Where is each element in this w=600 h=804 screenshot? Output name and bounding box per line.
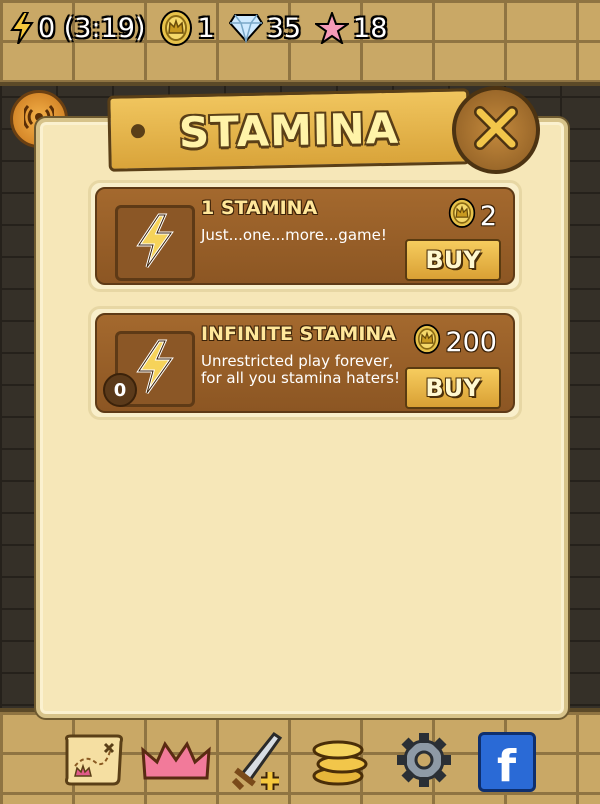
map-icon	[61, 732, 125, 792]
offer-name: INFINITE STAMINA	[201, 323, 397, 345]
crown-button[interactable]	[141, 729, 211, 795]
facebook-letter: f	[497, 741, 517, 792]
lightning-icon	[135, 213, 175, 273]
facebook-icon: f	[477, 732, 536, 792]
bottom-nav: f	[0, 724, 600, 800]
diamond-icon	[228, 13, 263, 43]
gems-value: 35	[266, 12, 302, 44]
crown-coin-icon	[448, 197, 476, 236]
offer-card: 1 STAMINA Just...one...more...game! 2 BU…	[95, 187, 515, 285]
lightning-icon	[10, 12, 34, 44]
title-plank: STAMINA	[107, 88, 471, 172]
offer-description: Just...one...more...game!	[201, 226, 387, 244]
offer-icon-box	[115, 205, 195, 281]
gear-icon	[395, 731, 453, 793]
settings-button[interactable]	[392, 729, 456, 795]
offer-price: 2	[448, 197, 497, 236]
lightning-icon	[135, 339, 175, 399]
crowns-counter: 1	[159, 9, 215, 47]
buy-button[interactable]: BUY	[405, 239, 501, 281]
sword-plus-icon	[228, 728, 290, 796]
map-button[interactable]	[61, 729, 125, 795]
stamina-counter: 0 (3:19)	[10, 12, 145, 44]
offer-price: 200	[413, 323, 497, 362]
status-bar: 0 (3:19) 1 35 18	[10, 8, 395, 48]
dialog-title: STAMINA	[178, 103, 400, 157]
crowns-value: 1	[197, 12, 215, 44]
close-button[interactable]	[452, 86, 540, 174]
stars-counter: 18	[315, 12, 387, 44]
offer-price-value: 200	[445, 327, 497, 358]
nail-icon	[130, 124, 146, 139]
stars-value: 18	[353, 12, 388, 44]
offer-card: 0 INFINITE STAMINA Unrestricted play for…	[95, 313, 515, 413]
offer-price-value: 2	[479, 201, 497, 232]
offer-name: 1 STAMINA	[201, 197, 318, 219]
owned-count-badge: 0	[103, 373, 137, 407]
crown-icon	[141, 738, 211, 786]
coins-button[interactable]	[309, 729, 373, 795]
stamina-value: 0 (3:19)	[38, 12, 146, 44]
gems-counter: 35	[228, 12, 302, 44]
weapon-upgrade-button[interactable]	[227, 729, 291, 795]
coins-icon	[310, 734, 372, 790]
star-icon	[315, 12, 350, 44]
offer-one-stamina: 1 STAMINA Just...one...more...game! 2 BU…	[88, 180, 522, 292]
offer-description: Unrestricted play forever, for all you s…	[201, 352, 400, 387]
crown-coin-icon	[413, 323, 441, 362]
facebook-button[interactable]: f	[475, 729, 539, 795]
close-icon	[472, 104, 520, 156]
offer-infinite-stamina: 0 INFINITE STAMINA Unrestricted play for…	[88, 306, 522, 420]
buy-button[interactable]: BUY	[405, 367, 501, 409]
crown-coin-icon	[159, 9, 193, 47]
